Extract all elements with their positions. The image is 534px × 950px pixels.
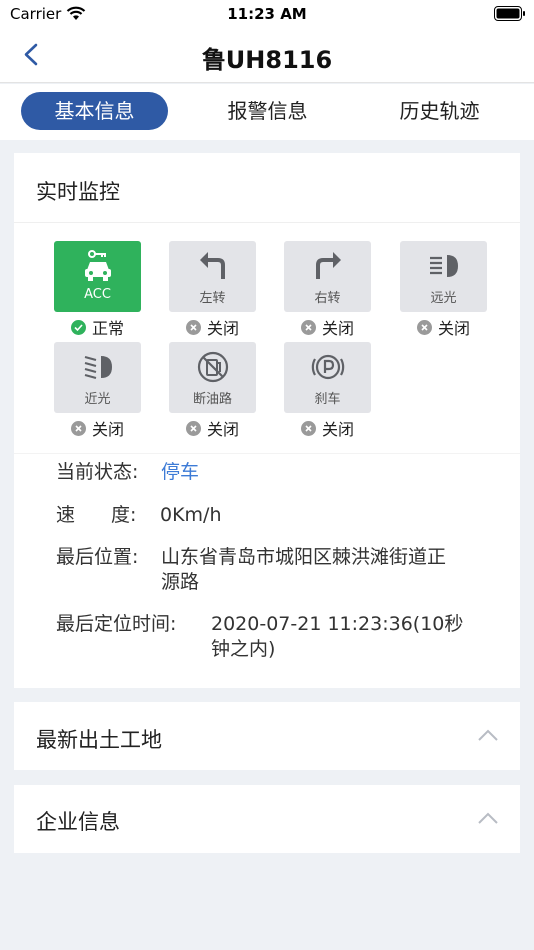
tab-bar: 基本信息 报警信息 历史轨迹 [0, 84, 534, 140]
realtime-monitor-card: 实时监控 ACC 正常 左转 关闭 右转 关闭 远光 关闭 近光 关闭 断油路 … [14, 153, 520, 688]
fix-time-line1: 2020-07-21 11:23:36(10秒 [211, 613, 464, 635]
fuel-cut-icon [169, 350, 256, 384]
monitor-title: 实时监控 [36, 180, 120, 204]
tile-low-beam: 近光 [54, 342, 141, 413]
tile-fuel-cut: 断油路 [169, 342, 256, 413]
status-fuel-cut: 关闭 [169, 417, 256, 439]
chevron-up-icon [478, 729, 498, 741]
turn-right-icon [284, 249, 371, 283]
high-beam-icon [400, 249, 487, 283]
check-circle-icon [70, 319, 86, 335]
status-text: 关闭 [91, 420, 124, 439]
section-title: 企业信息 [36, 810, 120, 834]
status-turn-right: 关闭 [284, 316, 371, 338]
clock: 11:23 AM [227, 5, 307, 23]
status-high-beam: 关闭 [400, 316, 487, 338]
status-text: 关闭 [321, 319, 354, 338]
page-title: 鲁UH8116 [201, 46, 333, 74]
tile-turn-left: 左转 [169, 241, 256, 312]
section-title: 最新出土工地 [36, 728, 162, 752]
status-turn-left: 关闭 [169, 316, 256, 338]
speed-label-a: 速 [56, 504, 76, 526]
tile-label: 断油路 [192, 392, 232, 407]
speed-value: 0Km/h [160, 504, 222, 526]
close-circle-icon [300, 319, 316, 335]
close-circle-icon [70, 420, 86, 436]
battery-icon [494, 6, 526, 25]
tile-high-beam: 远光 [400, 241, 487, 312]
status-text: 关闭 [206, 319, 239, 338]
fix-time-label: 最后定位时间: [56, 613, 177, 635]
tile-label: 远光 [430, 291, 457, 306]
status-text: 关闭 [437, 319, 470, 338]
close-circle-icon [185, 319, 201, 335]
low-beam-icon [54, 350, 141, 384]
state-value[interactable]: 停车 [161, 461, 199, 484]
tile-label: 近光 [84, 392, 111, 407]
status-bar: Carrier 11:23 AM [0, 0, 534, 28]
tile-turn-right: 右转 [284, 241, 371, 312]
status-text: 关闭 [206, 420, 239, 439]
location-line2: 源路 [161, 571, 200, 593]
close-circle-icon [185, 420, 201, 436]
acc-car-icon [54, 249, 141, 283]
chevron-up-icon [478, 812, 498, 824]
speed-label-b: 度: [111, 504, 137, 526]
close-circle-icon [300, 420, 316, 436]
state-label: 当前状态: [56, 461, 139, 483]
fix-time-line2: 钟之内) [211, 638, 276, 660]
nav-bar: 鲁UH8116 [0, 28, 534, 83]
tile-label: ACC [84, 287, 111, 302]
location-label: 最后位置: [56, 546, 139, 568]
status-acc: 正常 [54, 316, 141, 338]
parking-brake-icon [284, 350, 371, 384]
turn-left-icon [169, 249, 256, 283]
section-enterprise-info[interactable]: 企业信息 [14, 785, 520, 853]
tab-basic-info[interactable]: 基本信息 [21, 92, 168, 130]
tile-label: 刹车 [314, 392, 341, 407]
divider [14, 222, 520, 223]
tile-label: 左转 [199, 291, 226, 306]
divider [14, 453, 520, 454]
status-low-beam: 关闭 [54, 417, 141, 439]
tab-history-track[interactable]: 历史轨迹 [366, 92, 513, 130]
tile-label: 右转 [314, 291, 341, 306]
tile-acc: ACC [54, 241, 141, 312]
tab-alarm-info[interactable]: 报警信息 [194, 92, 341, 130]
section-construction-sites[interactable]: 最新出土工地 [14, 702, 520, 770]
status-text: 关闭 [321, 420, 354, 439]
location-line1: 山东省青岛市城阳区棘洪滩街道正 [161, 546, 447, 568]
status-parking-brake: 关闭 [284, 417, 371, 439]
close-circle-icon [416, 319, 432, 335]
tile-parking-brake: 刹车 [284, 342, 371, 413]
status-text: 正常 [91, 319, 124, 338]
